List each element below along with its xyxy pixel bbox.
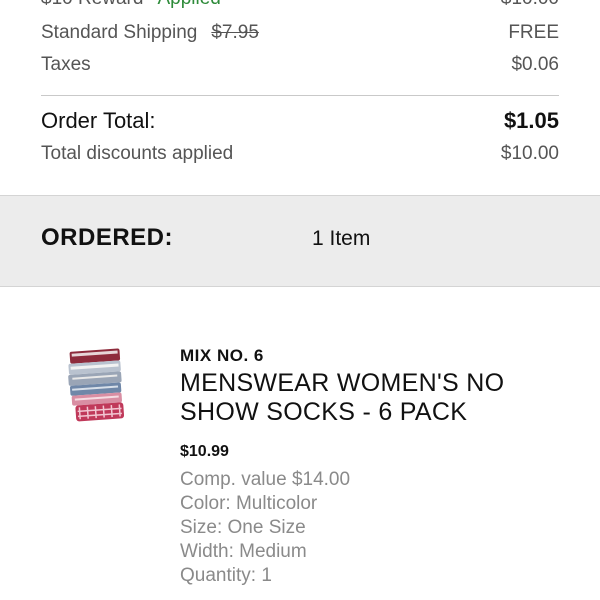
shipping-label-group: Standard Shipping $7.95 [41,22,259,44]
product-size: Size: One Size [180,517,306,538]
product-quantity: Quantity: 1 [180,565,272,586]
product-width: Width: Medium [180,541,307,562]
product-name[interactable]: MENSWEAR WOMEN'S NO SHOW SOCKS - 6 PACK [180,369,560,427]
reward-label-group: $10 Reward Applied [41,0,221,10]
reward-label: $10 Reward [41,0,143,9]
product-color: Color: Multicolor [180,493,318,514]
shipping-original-price: $7.95 [211,22,259,43]
reward-status: Applied [157,0,220,9]
reward-row: $10 Reward Applied -$10.00 [41,0,559,10]
ordered-header: ORDERED: 1 Item [0,195,600,287]
summary-divider [41,95,559,96]
discounts-value: $10.00 [500,143,559,164]
discounts-label: Total discounts applied [41,143,234,164]
taxes-row: Taxes $0.06 [41,54,559,76]
product-comp-value: Comp. value $14.00 [180,469,351,490]
discounts-row: Total discounts applied $10.00 [41,143,559,165]
reward-value: -$10.00 [495,0,559,10]
shipping-row: Standard Shipping $7.95 FREE [41,22,559,44]
order-total-row: Order Total: $1.05 [41,108,559,134]
product-brand: MIX NO. 6 [180,346,264,365]
taxes-label: Taxes [41,54,91,75]
ordered-heading: ORDERED: [41,224,174,251]
shipping-label: Standard Shipping [41,22,198,43]
item-count: 1 Item [312,227,371,250]
order-total-value: $1.05 [503,108,559,133]
socks-product-image[interactable] [64,346,130,428]
taxes-value: $0.06 [511,54,559,75]
product-price: $10.99 [180,443,229,460]
order-total-label: Order Total: [41,108,156,133]
shipping-value: FREE [508,22,559,43]
